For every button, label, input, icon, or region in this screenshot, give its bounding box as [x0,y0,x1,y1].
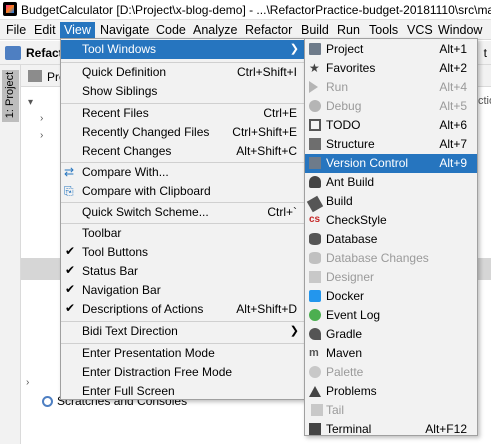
menu-item-tool-buttons[interactable]: ✔ Tool Buttons [61,243,305,262]
tool-window-tail[interactable]: Tail [305,401,477,420]
menu-item-descriptions-of-actions[interactable]: ✔ Descriptions of Actions Alt+Shift+D [61,300,305,319]
terminal-icon [309,423,321,435]
tool-window-run[interactable]: Run Alt+4 [305,78,477,97]
bug-icon [309,100,321,112]
intellij-app-icon [3,2,17,16]
project-icon [28,70,42,82]
view-menu-dropdown: Tool Windows ❯ Quick Definition Ctrl+Shi… [60,38,306,400]
menu-item-navigation-bar[interactable]: ✔ Navigation Bar [61,281,305,300]
ant-icon [309,176,321,188]
menu-navigate[interactable]: Navigate [96,22,153,39]
tool-window-designer[interactable]: Designer [305,268,477,287]
database-changes-icon [309,252,321,264]
tool-window-database-changes[interactable]: Database Changes [305,249,477,268]
checkmark-icon: ✔ [65,263,76,277]
menu-item-quick-definition[interactable]: Quick Definition Ctrl+Shift+I [61,63,305,82]
menu-window[interactable]: Window [434,22,486,39]
submenu-arrow-icon: ❯ [289,325,299,337]
menu-analyze[interactable]: Analyze [189,22,241,39]
menu-vcs[interactable]: VCS [403,22,437,39]
menu-item-toolbar[interactable]: Toolbar [61,224,305,243]
menu-refactor[interactable]: Refactor [241,22,296,39]
tool-window-ant-build[interactable]: Ant Build [305,173,477,192]
tool-window-todo[interactable]: TODO Alt+6 [305,116,477,135]
menu-item-bidi-text-direction[interactable]: Bidi Text Direction ❯ [61,322,305,341]
version-control-icon [309,157,321,169]
menu-edit[interactable]: Edit [30,22,60,39]
menu-code[interactable]: Code [152,22,190,39]
run-icon [309,81,321,93]
tool-window-event-log[interactable]: Event Log [305,306,477,325]
background-fragment: ctio [478,95,491,107]
tool-window-structure[interactable]: Structure Alt+7 [305,135,477,154]
menu-item-show-siblings[interactable]: Show Siblings [61,82,305,101]
tool-window-gradle[interactable]: Gradle [305,325,477,344]
menu-item-compare-clipboard[interactable]: ⎘ Compare with Clipboard [61,182,305,201]
tree-collapse-icon[interactable]: ▾ [28,97,33,108]
tool-window-favorites[interactable]: ★ Favorites Alt+2 [305,59,477,78]
structure-icon [309,138,321,150]
menu-build[interactable]: Build [297,22,333,39]
folder-icon [5,46,21,60]
menu-item-distraction-free-mode[interactable]: Enter Distraction Free Mode [61,363,305,382]
folder-icon [309,43,321,55]
menu-item-quick-switch-scheme[interactable]: Quick Switch Scheme... Ctrl+` [61,203,305,222]
palette-icon [309,366,321,378]
menu-run[interactable]: Run [333,22,364,39]
menu-item-tool-windows[interactable]: Tool Windows ❯ [61,40,305,59]
menu-file[interactable]: File [2,22,30,39]
menu-item-presentation-mode[interactable]: Enter Presentation Mode [61,344,305,363]
checkmark-icon: ✔ [65,244,76,258]
menu-tools[interactable]: Tools [365,22,402,39]
toolbar-right-fragment: t [483,46,487,60]
tool-window-version-control[interactable]: Version Control Alt+9 [305,154,477,173]
tool-window-palette[interactable]: Palette [305,363,477,382]
project-stripe-label: 1: Project [4,71,16,119]
tool-window-build[interactable]: Build [305,192,477,213]
event-log-icon [309,309,321,321]
docker-icon [309,290,321,302]
menu-item-full-screen[interactable]: Enter Full Screen [61,382,305,401]
menu-item-compare-with[interactable]: ⇄ Compare With... [61,163,305,182]
star-icon: ★ [309,61,320,75]
scratches-icon [42,396,53,407]
tool-window-project[interactable]: Project Alt+1 [305,40,477,59]
checkmark-icon: ✔ [65,282,76,296]
hammer-icon [306,195,324,213]
designer-icon [309,271,321,283]
tree-expand-icon[interactable]: › [40,130,43,141]
menu-item-recent-changes[interactable]: Recent Changes Alt+Shift+C [61,142,305,161]
clipboard-compare-icon: ⎘ [64,184,74,198]
window-title: BudgetCalculator [D:\Project\x-blog-demo… [21,3,491,17]
menu-item-recent-files[interactable]: Recent Files Ctrl+E [61,104,305,123]
database-icon [309,233,321,245]
checkstyle-icon: cs [309,214,321,225]
tool-windows-submenu: Project Alt+1 ★ Favorites Alt+2 Run Alt+… [304,38,478,436]
tool-window-problems[interactable]: Problems [305,382,477,401]
warning-icon [309,385,321,397]
menu-view[interactable]: View [60,22,95,39]
menu-bar: File Edit View Navigate Code Analyze Ref… [0,20,491,40]
tool-window-terminal[interactable]: Terminal Alt+F12 [305,420,477,439]
menu-item-recently-changed-files[interactable]: Recently Changed Files Ctrl+Shift+E [61,123,305,142]
submenu-arrow-icon: ❯ [289,43,299,55]
tail-icon [311,404,323,416]
tool-window-debug[interactable]: Debug Alt+5 [305,97,477,116]
tool-window-maven[interactable]: m Maven [305,344,477,363]
menu-item-status-bar[interactable]: ✔ Status Bar [61,262,305,281]
gradle-icon [309,328,321,340]
tool-window-database[interactable]: Database [305,230,477,249]
tree-expand-icon[interactable]: › [40,113,43,124]
tree-expand-icon[interactable]: › [26,377,29,388]
tool-window-checkstyle[interactable]: cs CheckStyle [305,211,477,230]
tool-window-docker[interactable]: Docker [305,287,477,306]
title-bar: BudgetCalculator [D:\Project\x-blog-demo… [0,0,491,20]
todo-list-icon [309,119,321,131]
maven-icon: m [309,347,319,359]
compare-arrows-icon: ⇄ [64,165,75,179]
checkmark-icon: ✔ [65,301,76,315]
